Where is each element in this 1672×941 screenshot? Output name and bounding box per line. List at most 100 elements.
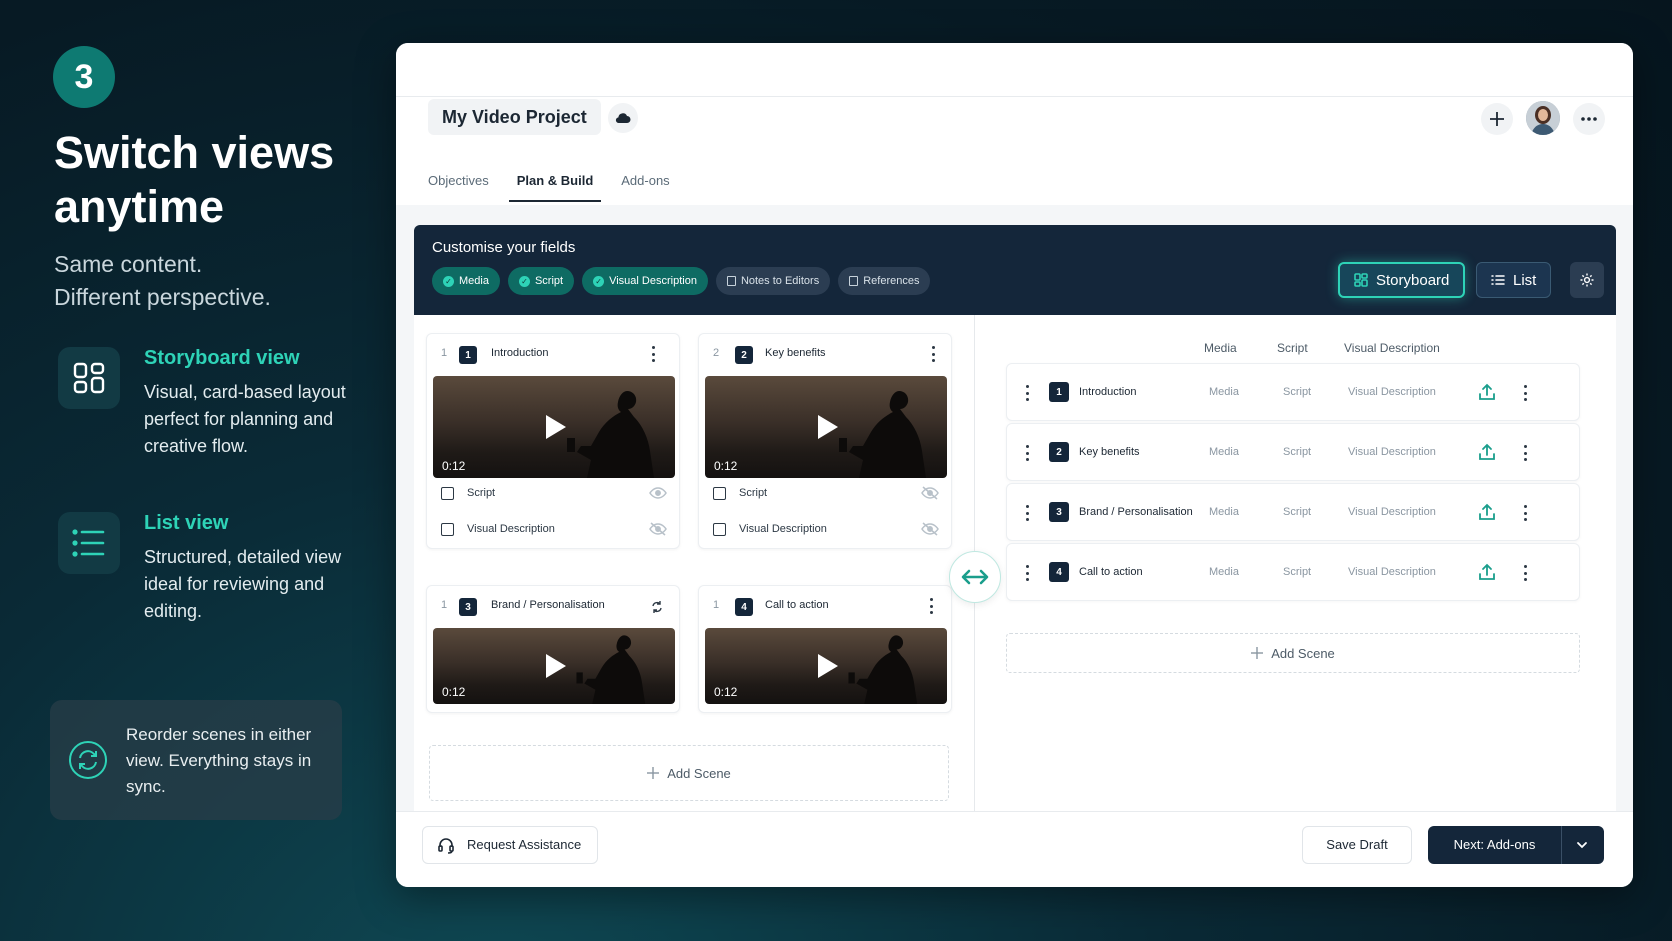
add-scene-button[interactable]: Add Scene (1006, 633, 1580, 673)
checkbox[interactable] (713, 487, 726, 500)
video-thumbnail[interactable]: 0:12 (433, 376, 675, 478)
check-icon: ✓ (443, 275, 454, 287)
play-icon[interactable] (546, 654, 566, 678)
kebab-menu-icon[interactable] (1523, 565, 1527, 581)
person-silhouette (576, 635, 646, 704)
video-duration: 0:12 (714, 685, 738, 699)
scene-title: Key benefits (765, 347, 826, 359)
cell-script[interactable]: Script (1283, 566, 1311, 578)
kebab-menu-icon[interactable] (929, 598, 933, 614)
cell-visual-description[interactable]: Visual Description (1348, 566, 1436, 578)
plus-icon (1251, 647, 1264, 659)
eye-off-icon[interactable] (921, 486, 939, 500)
cell-media[interactable]: Media (1209, 446, 1239, 458)
next-add-ons-button[interactable]: Next: Add-ons (1428, 826, 1604, 864)
cell-media[interactable]: Media (1209, 386, 1239, 398)
field-visual-description: Visual Description (441, 520, 667, 540)
kebab-menu-icon[interactable] (1523, 505, 1527, 521)
drag-handle-icon[interactable] (1025, 445, 1029, 461)
list-row[interactable]: 2 Key benefits Media Script Visual Descr… (1006, 423, 1580, 481)
drag-handle-icon[interactable] (1025, 565, 1029, 581)
scene-index: 2 (713, 347, 720, 359)
swap-arrows-icon[interactable] (949, 551, 1001, 603)
grid-icon (1354, 273, 1368, 287)
tab-bar: Objectives Plan & Build Add-ons (428, 173, 698, 202)
chip-media[interactable]: ✓ Media (432, 267, 500, 295)
checkbox[interactable] (441, 487, 454, 500)
drag-handle-icon[interactable] (1025, 505, 1029, 521)
cell-script[interactable]: Script (1283, 446, 1311, 458)
eye-off-icon[interactable] (921, 522, 939, 536)
scene-number: 3 (459, 598, 477, 616)
card-header: 2 2 Key benefits (699, 334, 951, 374)
tab-add-ons[interactable]: Add-ons (621, 173, 683, 198)
list-row[interactable]: 4 Call to action Media Script Visual Des… (1006, 543, 1580, 601)
check-icon: ✓ (518, 275, 530, 287)
chip-visual-description[interactable]: ✓ Visual Description (582, 267, 708, 295)
next-label: Next: Add-ons (1453, 837, 1536, 852)
drag-handle-icon[interactable] (1025, 385, 1029, 401)
list-row[interactable]: 1 Introduction Media Script Visual Descr… (1006, 363, 1580, 421)
checkbox[interactable] (441, 523, 454, 536)
video-thumbnail[interactable]: 0:12 (705, 376, 947, 478)
card-header: 1 3 Brand / Personalisation (427, 586, 679, 626)
upload-icon[interactable] (1477, 382, 1497, 402)
avatar[interactable] (1526, 101, 1560, 135)
cell-visual-description[interactable]: Visual Description (1348, 386, 1436, 398)
cloud-icon[interactable] (608, 103, 638, 133)
play-icon[interactable] (818, 654, 838, 678)
upload-icon[interactable] (1477, 502, 1497, 522)
scene-number: 3 (1049, 502, 1069, 522)
tab-objectives[interactable]: Objectives (428, 173, 503, 198)
upload-icon[interactable] (1477, 442, 1497, 462)
cell-script[interactable]: Script (1283, 386, 1311, 398)
scene-number: 1 (1049, 382, 1069, 402)
sync-icon[interactable] (651, 600, 663, 614)
cell-media[interactable]: Media (1209, 566, 1239, 578)
tab-plan-build[interactable]: Plan & Build (508, 173, 608, 202)
scene-title: Key benefits (1079, 446, 1140, 458)
video-duration: 0:12 (714, 459, 738, 473)
cell-media[interactable]: Media (1209, 506, 1239, 518)
list-row[interactable]: 3 Brand / Personalisation Media Script V… (1006, 483, 1580, 541)
eye-icon[interactable] (649, 486, 667, 500)
document-icon (849, 276, 859, 286)
video-thumbnail[interactable]: 0:12 (433, 628, 675, 704)
scene-card[interactable]: 2 2 Key benefits 0:12 Script Visual Desc… (698, 333, 952, 549)
chip-references[interactable]: References (838, 267, 931, 295)
scene-index: 1 (441, 599, 448, 611)
scene-card[interactable]: 1 1 Introduction 0:12 Script Visual Desc… (426, 333, 680, 549)
add-scene-button[interactable]: Add Scene (429, 745, 949, 801)
list-view-button[interactable]: List (1476, 262, 1552, 298)
add-icon[interactable] (1481, 103, 1513, 135)
kebab-menu-icon[interactable] (651, 346, 655, 362)
project-title[interactable]: My Video Project (428, 99, 601, 135)
button-separator (1561, 826, 1562, 864)
upload-icon[interactable] (1477, 562, 1497, 582)
settings-gear-icon[interactable] (1570, 262, 1604, 298)
storyboard-view-button[interactable]: Storyboard (1338, 262, 1466, 298)
eye-off-icon[interactable] (649, 522, 667, 536)
kebab-menu-icon[interactable] (1523, 385, 1527, 401)
save-draft-button[interactable]: Save Draft (1302, 826, 1412, 864)
more-icon[interactable] (1573, 103, 1605, 135)
column-header-script: Script (1277, 341, 1308, 355)
scene-card[interactable]: 1 4 Call to action 0:12 (698, 585, 952, 713)
play-icon[interactable] (546, 415, 566, 439)
cell-visual-description[interactable]: Visual Description (1348, 446, 1436, 458)
headset-icon (438, 838, 454, 854)
video-thumbnail[interactable]: 0:12 (705, 628, 947, 704)
chip-notes-to-editors[interactable]: Notes to Editors (715, 267, 831, 295)
play-icon[interactable] (818, 415, 838, 439)
request-assistance-button[interactable]: Request Assistance (422, 826, 599, 864)
kebab-menu-icon[interactable] (931, 346, 935, 362)
cell-visual-description[interactable]: Visual Description (1348, 506, 1436, 518)
cell-script[interactable]: Script (1283, 506, 1311, 518)
kebab-menu-icon[interactable] (1523, 445, 1527, 461)
scene-number: 1 (459, 346, 477, 364)
checkbox[interactable] (713, 523, 726, 536)
scene-card[interactable]: 1 3 Brand / Personalisation 0:12 (426, 585, 680, 713)
chip-script[interactable]: ✓ Script (507, 267, 575, 295)
chevron-down-icon[interactable] (1575, 838, 1589, 852)
scene-title: Brand / Personalisation (491, 599, 605, 611)
